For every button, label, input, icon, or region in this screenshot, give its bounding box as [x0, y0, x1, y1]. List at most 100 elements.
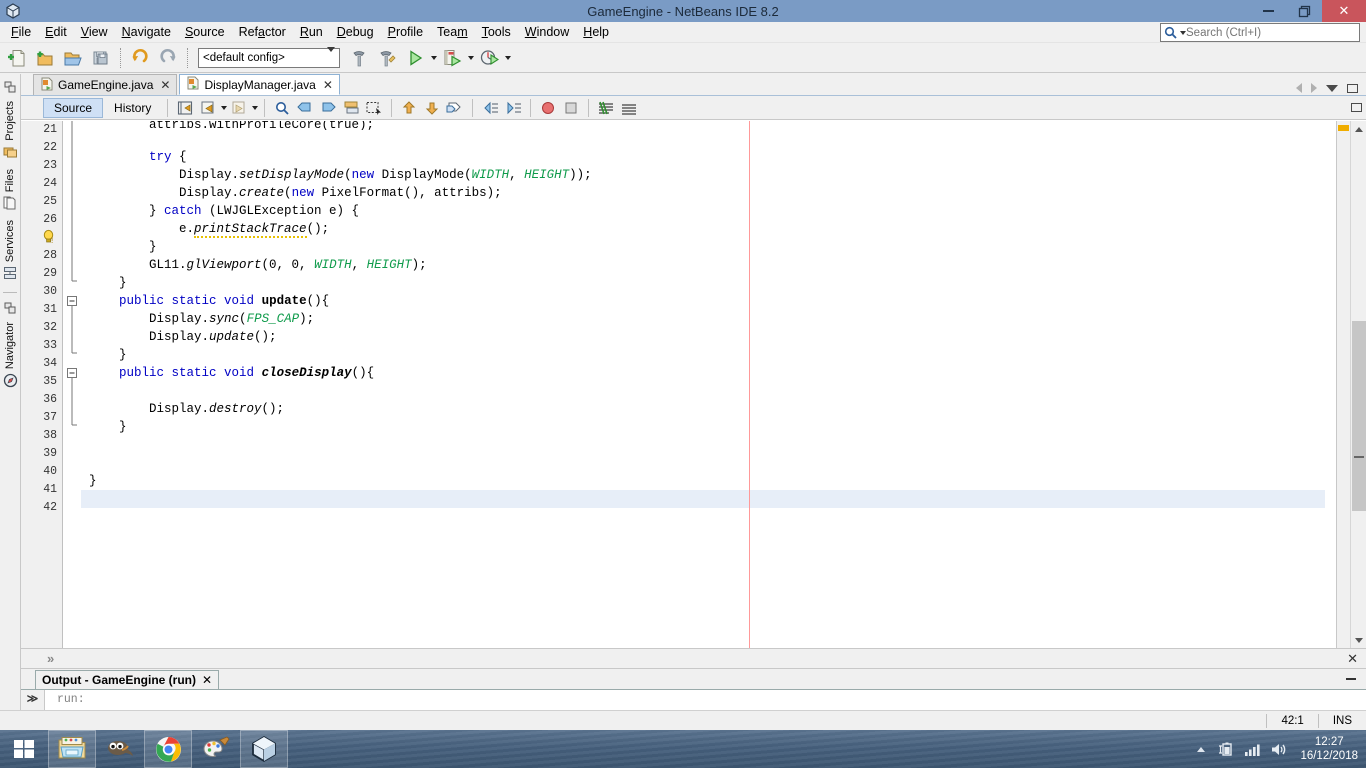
close-button[interactable]: ✕ — [1322, 0, 1366, 22]
menu-run[interactable]: Run — [293, 23, 330, 41]
config-dropdown[interactable]: <default config> — [198, 46, 340, 68]
tab-output-gameengine-run[interactable]: Output - GameEngine (run) ✕ — [35, 669, 220, 689]
next-bookmark-icon[interactable] — [317, 98, 339, 118]
tab-displaymanager-java[interactable]: DisplayManager.java ✕ — [179, 74, 340, 95]
redo-icon[interactable] — [155, 45, 181, 71]
last-edit-icon[interactable] — [174, 98, 196, 118]
profile-dropdown-icon[interactable] — [505, 55, 511, 60]
search-input[interactable] — [1186, 26, 1356, 39]
code-line — [81, 490, 1325, 508]
scroll-up-icon[interactable] — [1351, 121, 1366, 137]
new-project-icon[interactable] — [32, 45, 58, 71]
open-project-icon[interactable] — [60, 45, 86, 71]
code-editor[interactable]: 21 22 23 24 25 26! 28 29 30 31 32 33 34 35 36 37 38 39 40 4… — [21, 120, 1366, 648]
gutter-warning-bulb-icon[interactable]: ! — [21, 229, 62, 247]
back-icon[interactable] — [197, 98, 219, 118]
menu-refactor[interactable]: Refactor — [232, 23, 293, 41]
projects-folder-icon — [3, 145, 18, 162]
minimize-output-icon[interactable] — [1346, 678, 1356, 680]
sidebar-item-navigator[interactable]: Navigator — [3, 301, 18, 392]
menu-file[interactable]: File — [4, 23, 38, 41]
code-fold-column[interactable] — [63, 121, 81, 648]
profile-project-icon[interactable] — [476, 45, 502, 71]
close-icon[interactable]: ✕ — [323, 78, 333, 92]
code-token: printStackTrace — [194, 222, 307, 238]
maximize-window-icon[interactable] — [1347, 83, 1358, 93]
code-token: } — [89, 204, 165, 218]
menu-debug[interactable]: Debug — [330, 23, 381, 41]
uncomment-icon[interactable] — [618, 98, 640, 118]
save-all-icon[interactable] — [88, 45, 114, 71]
scroll-down-icon[interactable] — [1351, 632, 1366, 648]
code-text-area[interactable]: attribs.withProfileCore(true); try { Dis… — [81, 121, 1336, 648]
sidebar-item-services[interactable]: Services — [3, 217, 18, 284]
previous-bookmark-icon[interactable] — [294, 98, 316, 118]
tab-gameengine-java[interactable]: GameEngine.java ✕ — [33, 74, 178, 95]
menu-edit[interactable]: Edit — [38, 23, 74, 41]
menu-help[interactable]: Help — [576, 23, 616, 41]
taskbar-file-explorer[interactable] — [48, 730, 96, 768]
minimize-button[interactable] — [1250, 0, 1286, 22]
run-dropdown-icon[interactable] — [431, 55, 437, 60]
debug-dropdown-icon[interactable] — [468, 55, 474, 60]
start-macro-recording-icon[interactable] — [537, 98, 559, 118]
close-icon[interactable]: ✕ — [202, 673, 212, 687]
start-button[interactable] — [0, 730, 48, 768]
code-token: , — [509, 168, 525, 182]
run-project-icon[interactable] — [402, 45, 428, 71]
next-error-icon[interactable] — [421, 98, 443, 118]
menu-tools[interactable]: Tools — [475, 23, 518, 41]
show-hidden-icons[interactable] — [1192, 741, 1209, 758]
taskbar-clock[interactable]: 12:27 16/12/2018 — [1296, 735, 1358, 763]
toggle-bookmark-icon[interactable] — [340, 98, 362, 118]
code-token: public static void — [119, 294, 255, 308]
shift-right-icon[interactable] — [502, 98, 524, 118]
forward-icon[interactable] — [228, 98, 250, 118]
sidebar-item-projects[interactable]: Projects — [3, 80, 18, 163]
forward-dropdown-icon[interactable] — [252, 105, 259, 110]
stop-macro-recording-icon[interactable] — [560, 98, 582, 118]
scroll-tabs-right-icon[interactable] — [1311, 83, 1317, 93]
editor-expand-icon[interactable] — [1351, 103, 1362, 112]
tab-source[interactable]: Source — [43, 97, 104, 118]
menu-source[interactable]: Source — [178, 23, 232, 41]
new-file-icon[interactable] — [4, 45, 30, 71]
taskbar-netbeans[interactable] — [240, 730, 288, 768]
back-dropdown-icon[interactable] — [221, 105, 228, 110]
menu-profile[interactable]: Profile — [381, 23, 430, 41]
clean-and-build-icon[interactable] — [374, 45, 400, 71]
editor-vertical-scrollbar[interactable] — [1350, 121, 1366, 648]
previous-error-icon[interactable] — [398, 98, 420, 118]
shift-left-icon[interactable] — [479, 98, 501, 118]
battery-icon[interactable] — [1218, 741, 1235, 758]
build-project-icon[interactable] — [346, 45, 372, 71]
undo-icon[interactable] — [127, 45, 153, 71]
close-icon[interactable]: ✕ — [1347, 651, 1358, 667]
find-selection-icon[interactable] — [271, 98, 293, 118]
close-icon[interactable]: ✕ — [160, 78, 170, 92]
scroll-tabs-left-icon[interactable] — [1296, 83, 1302, 93]
annotation-strip[interactable] — [1336, 121, 1350, 648]
menu-view[interactable]: View — [74, 23, 115, 41]
toggle-highlight-icon[interactable] — [444, 98, 466, 118]
volume-icon[interactable] — [1270, 741, 1287, 758]
restore-button[interactable] — [1286, 0, 1322, 22]
scrollbar-thumb[interactable] — [1352, 321, 1366, 511]
wifi-icon[interactable] — [1244, 741, 1261, 758]
menu-window[interactable]: Window — [518, 23, 576, 41]
taskbar-paint[interactable] — [192, 730, 240, 768]
taskbar-chrome[interactable] — [144, 730, 192, 768]
code-token: ( — [239, 312, 247, 326]
tab-history[interactable]: History — [104, 98, 161, 118]
debug-project-icon[interactable] — [439, 45, 465, 71]
menu-team[interactable]: Team — [430, 23, 475, 41]
tab-list-dropdown-icon[interactable] — [1326, 84, 1338, 92]
toggle-rectangular-selection-icon[interactable] — [363, 98, 385, 118]
menu-navigate[interactable]: Navigate — [115, 23, 178, 41]
search-box[interactable] — [1160, 23, 1360, 42]
taskbar-gimp[interactable] — [96, 730, 144, 768]
comment-icon[interactable] — [595, 98, 617, 118]
sidebar-item-files[interactable]: Files — [3, 166, 17, 214]
warning-marker[interactable] — [1338, 125, 1349, 131]
breadcrumb-expand-icon[interactable]: » — [47, 651, 54, 666]
